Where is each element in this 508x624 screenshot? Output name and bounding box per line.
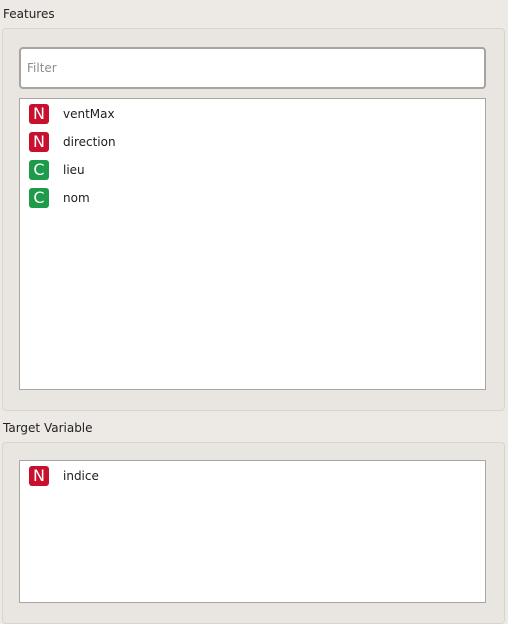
categorical-type-icon: C <box>29 188 49 208</box>
numeric-type-icon: N <box>29 466 49 486</box>
features-section-title: Features <box>3 7 55 21</box>
feature-item-direction[interactable]: N direction <box>20 128 485 156</box>
feature-item-label: nom <box>63 191 90 205</box>
categorical-type-icon: C <box>29 160 49 180</box>
filter-input[interactable] <box>19 47 486 89</box>
target-item-label: indice <box>63 469 99 483</box>
numeric-type-icon: N <box>29 132 49 152</box>
feature-item-nom[interactable]: C nom <box>20 184 485 212</box>
numeric-type-icon: N <box>29 104 49 124</box>
feature-item-label: direction <box>63 135 116 149</box>
target-item-indice[interactable]: N indice <box>20 462 485 490</box>
feature-item-ventmax[interactable]: N ventMax <box>20 100 485 128</box>
feature-item-label: ventMax <box>63 107 115 121</box>
feature-item-lieu[interactable]: C lieu <box>20 156 485 184</box>
features-list[interactable]: N ventMax N direction C lieu C nom <box>19 98 486 390</box>
target-section-title: Target Variable <box>3 421 93 435</box>
feature-item-label: lieu <box>63 163 85 177</box>
target-list[interactable]: N indice <box>19 460 486 603</box>
